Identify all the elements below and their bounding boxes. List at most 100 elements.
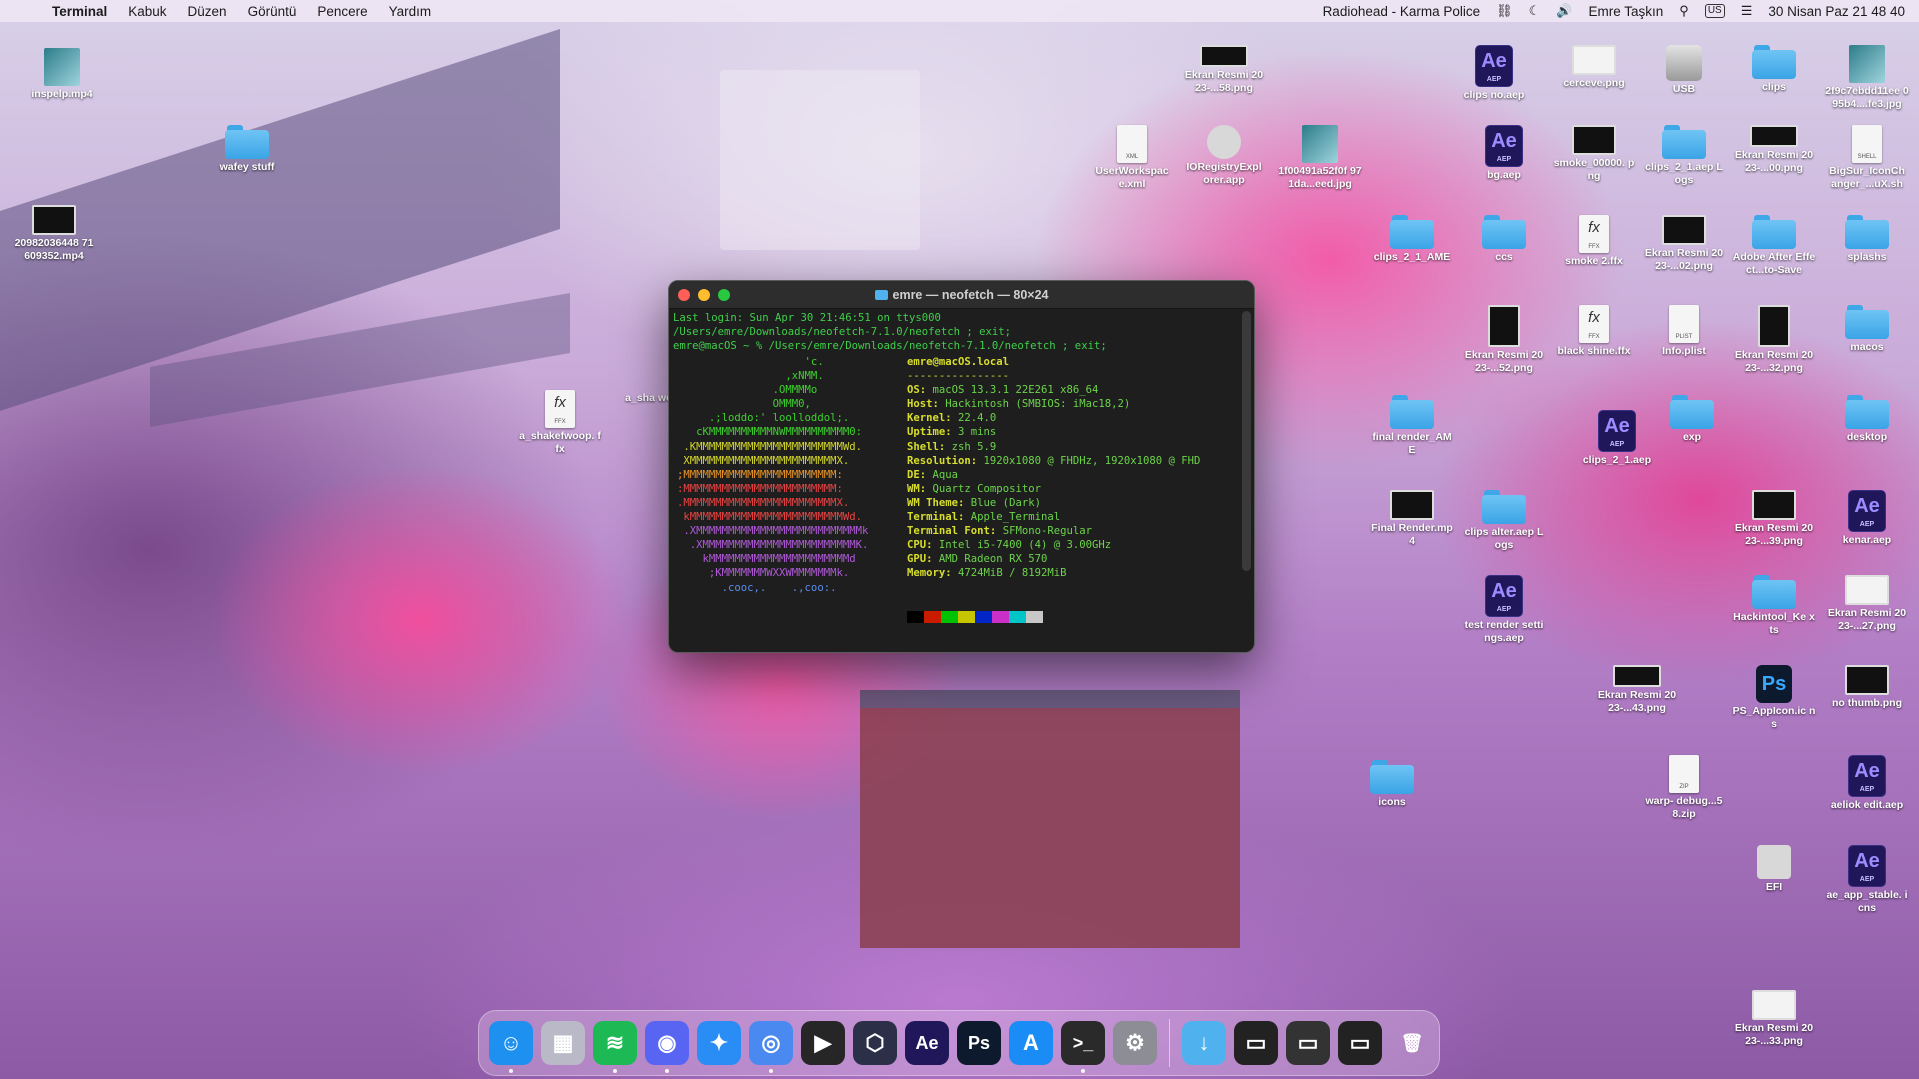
desktop-icon[interactable]: Hackintool_Ke xts (1732, 575, 1816, 637)
palette-swatch (975, 611, 992, 623)
desktop-icon[interactable]: EFI (1732, 845, 1816, 894)
terminal-scrollbar[interactable] (1242, 311, 1251, 571)
discord-icon[interactable]: ◉ (645, 1021, 689, 1073)
desktop-icon[interactable]: Final Render.mp4 (1370, 490, 1454, 548)
desktop-icon[interactable]: fx FFX smoke 2.ffx (1552, 215, 1636, 268)
terminal-window[interactable]: emre — neofetch — 80×24 Last login: Sun … (668, 280, 1255, 653)
menu-goruntu[interactable]: Görüntü (248, 4, 297, 19)
terminal-titlebar[interactable]: emre — neofetch — 80×24 (669, 281, 1254, 309)
desktop-icon[interactable]: Ekran Resmi 2023-...58.png (1182, 45, 1266, 95)
minimize-window-button[interactable] (698, 289, 710, 301)
desktop-icon[interactable]: PLIST Info.plist (1642, 305, 1726, 358)
desktop-icon[interactable]: XML UserWorkspac e.xml (1090, 125, 1174, 191)
focus-moon-icon[interactable]: ☾ (1529, 3, 1541, 19)
desktop-icon[interactable]: splashs (1825, 215, 1909, 264)
desktop-icon[interactable]: Ae AEP clips no.aep (1452, 45, 1536, 102)
photoshop-icon[interactable]: Ps (957, 1021, 1001, 1065)
desktop-icon[interactable]: Ae AEP aeliok edit.aep (1825, 755, 1909, 812)
desktop-icon[interactable]: 1f00491a52f0f 971da...eed.jpg (1278, 125, 1362, 191)
desktop-icon[interactable]: Ae AEP test render settings.aep (1462, 575, 1546, 645)
final-cut-icon[interactable]: ▶ (801, 1021, 845, 1065)
desktop-icon[interactable]: Ekran Resmi 2023-...52.png (1462, 305, 1546, 375)
desktop-icon[interactable]: exp (1650, 395, 1734, 444)
desktop-icon[interactable]: Ae AEP clips_2_1.aep (1575, 410, 1659, 467)
zoom-window-button[interactable] (718, 289, 730, 301)
desktop-icon[interactable]: Ekran Resmi 2023-...39.png (1732, 490, 1816, 548)
desktop-icon[interactable]: Ae AEP kenar.aep (1825, 490, 1909, 547)
desktop-icon[interactable]: Ae AEP bg.aep (1462, 125, 1546, 182)
desktop-icon[interactable]: Ae AEP ae_app_stable. icns (1825, 845, 1909, 915)
desktop-icon[interactable]: fx FFX black shine.ffx (1552, 305, 1636, 358)
input-source-badge[interactable]: US (1704, 4, 1725, 18)
desktop-icon[interactable]: wafey stuff (205, 125, 289, 174)
image-thumbnail-icon (1302, 125, 1338, 163)
after-effects-icon[interactable]: Ae (905, 1021, 949, 1065)
dock-glyph: ✦ (709, 1030, 729, 1055)
desktop-icon[interactable]: macos (1825, 305, 1909, 354)
desktop-icon-label: wafey stuff (219, 161, 275, 173)
desktop-icon[interactable]: clips_2_1_AME (1370, 215, 1454, 264)
ffx-file-icon: fx FFX (1579, 215, 1609, 253)
desktop-icon-label: BigSur_IconCh anger_...uX.sh (1829, 165, 1905, 190)
close-window-button[interactable] (678, 289, 690, 301)
desktop-icon[interactable]: Ekran Resmi 2023-...02.png (1642, 215, 1726, 273)
menu-duzen[interactable]: Düzen (188, 4, 227, 19)
desktop-icon[interactable]: fx FFX a_shakefwoop. ffx (518, 390, 602, 456)
launchpad-icon[interactable]: ▦ (541, 1021, 585, 1065)
recent-screenshot-1-icon[interactable]: ▭ (1234, 1021, 1278, 1065)
volume-icon[interactable]: 🔊 (1556, 3, 1572, 19)
desktop-icon[interactable]: clips_2_1.aep Logs (1642, 125, 1726, 187)
trash-icon[interactable]: 🗑 (1390, 1021, 1434, 1065)
desktop-icon[interactable]: clips (1732, 45, 1816, 94)
desktop-icon[interactable]: Ekran Resmi 2023-...27.png (1825, 575, 1909, 633)
desktop-icon[interactable]: no thumb.png (1825, 665, 1909, 710)
desktop-icon[interactable]: SHELL BigSur_IconCh anger_...uX.sh (1825, 125, 1909, 191)
desktop-icon[interactable]: Ekran Resmi 2023-...00.png (1732, 125, 1816, 175)
clock[interactable]: 30 Nisan Paz 21 48 40 (1768, 4, 1905, 19)
desktop-icon[interactable]: ZIP warp- debug...58.zip (1642, 755, 1726, 821)
desktop-icon[interactable]: Ps PS_AppIcon.ic ns (1732, 665, 1816, 731)
menu-pencere[interactable]: Pencere (317, 4, 367, 19)
desktop-icon[interactable]: USB (1642, 45, 1726, 96)
desktop-icon[interactable]: Ekran Resmi 2023-...32.png (1732, 305, 1816, 375)
safari-icon[interactable]: ✦ (697, 1021, 741, 1065)
control-center-icon[interactable]: ☰ (1741, 3, 1753, 19)
desktop-icon[interactable]: 20982036448 71609352.mp4 (12, 205, 96, 263)
desktop-icon[interactable]: IORegistryExpl orer.app (1182, 125, 1266, 187)
desktop-icon[interactable]: inspelp.mp4 (20, 48, 104, 101)
after-effects-file-icon: Ae AEP (1485, 125, 1523, 167)
package-icon[interactable]: ⬡ (853, 1021, 897, 1065)
spotify-icon[interactable]: ≋ (593, 1021, 637, 1073)
recent-screenshot-2-icon[interactable]: ▭ (1286, 1021, 1330, 1065)
recent-screenshot-3-icon[interactable]: ▭ (1338, 1021, 1382, 1065)
now-playing[interactable]: Radiohead - Karma Police (1323, 4, 1481, 19)
ascii-logo-line: cKMMMMMMMMMMNWMMMMMMMMMM0: (677, 426, 862, 439)
menu-kabuk[interactable]: Kabuk (128, 4, 166, 19)
spotlight-search-icon[interactable]: ⚲ (1679, 3, 1689, 19)
user-name[interactable]: Emre Taşkın (1589, 4, 1664, 19)
desktop-icon[interactable]: Ekran Resmi 2023-...43.png (1595, 665, 1679, 715)
terminal-content[interactable]: Last login: Sun Apr 30 21:46:51 on ttys0… (673, 311, 1240, 652)
desktop-icon[interactable]: smoke_00000. png (1552, 125, 1636, 183)
terminal-icon[interactable]: >_ (1061, 1021, 1105, 1073)
desktop-icon[interactable]: ccs (1462, 215, 1546, 264)
desktop-icon[interactable]: Ekran Resmi 2023-...33.png (1732, 990, 1816, 1048)
system-settings-icon[interactable]: ⚙ (1113, 1021, 1157, 1065)
menu-app-terminal[interactable]: Terminal (52, 4, 107, 19)
finder-icon[interactable]: ☺ (489, 1021, 533, 1073)
app-store-icon[interactable]: A (1009, 1021, 1053, 1065)
network-icon[interactable]: ⛓ (1496, 3, 1513, 19)
desktop-icon[interactable]: final render_AME (1370, 395, 1454, 457)
desktop-icon[interactable]: desktop (1825, 395, 1909, 444)
chrome-icon[interactable]: ◎ (749, 1021, 793, 1073)
downloads-folder-icon[interactable]: ↓ (1182, 1021, 1226, 1065)
desktop-icon-label: cerceve.png (1563, 77, 1625, 89)
desktop-icon[interactable]: 2f9c7ebdd11ee 095b4....fe3.jpg (1825, 45, 1909, 111)
desktop-icon[interactable]: Adobe After Effect...to-Save (1732, 215, 1816, 277)
desktop-icon[interactable]: cerceve.png (1552, 45, 1636, 90)
desktop-icon[interactable]: icons (1350, 760, 1434, 809)
neofetch-info: emre@macOS.local ---------------- OS: ma… (907, 355, 1200, 581)
info-value: Intel i5-7400 (4) @ 3.00GHz (938, 539, 1112, 552)
menu-yardim[interactable]: Yardım (389, 4, 432, 19)
desktop-icon[interactable]: clips alter.aep Logs (1462, 490, 1546, 552)
